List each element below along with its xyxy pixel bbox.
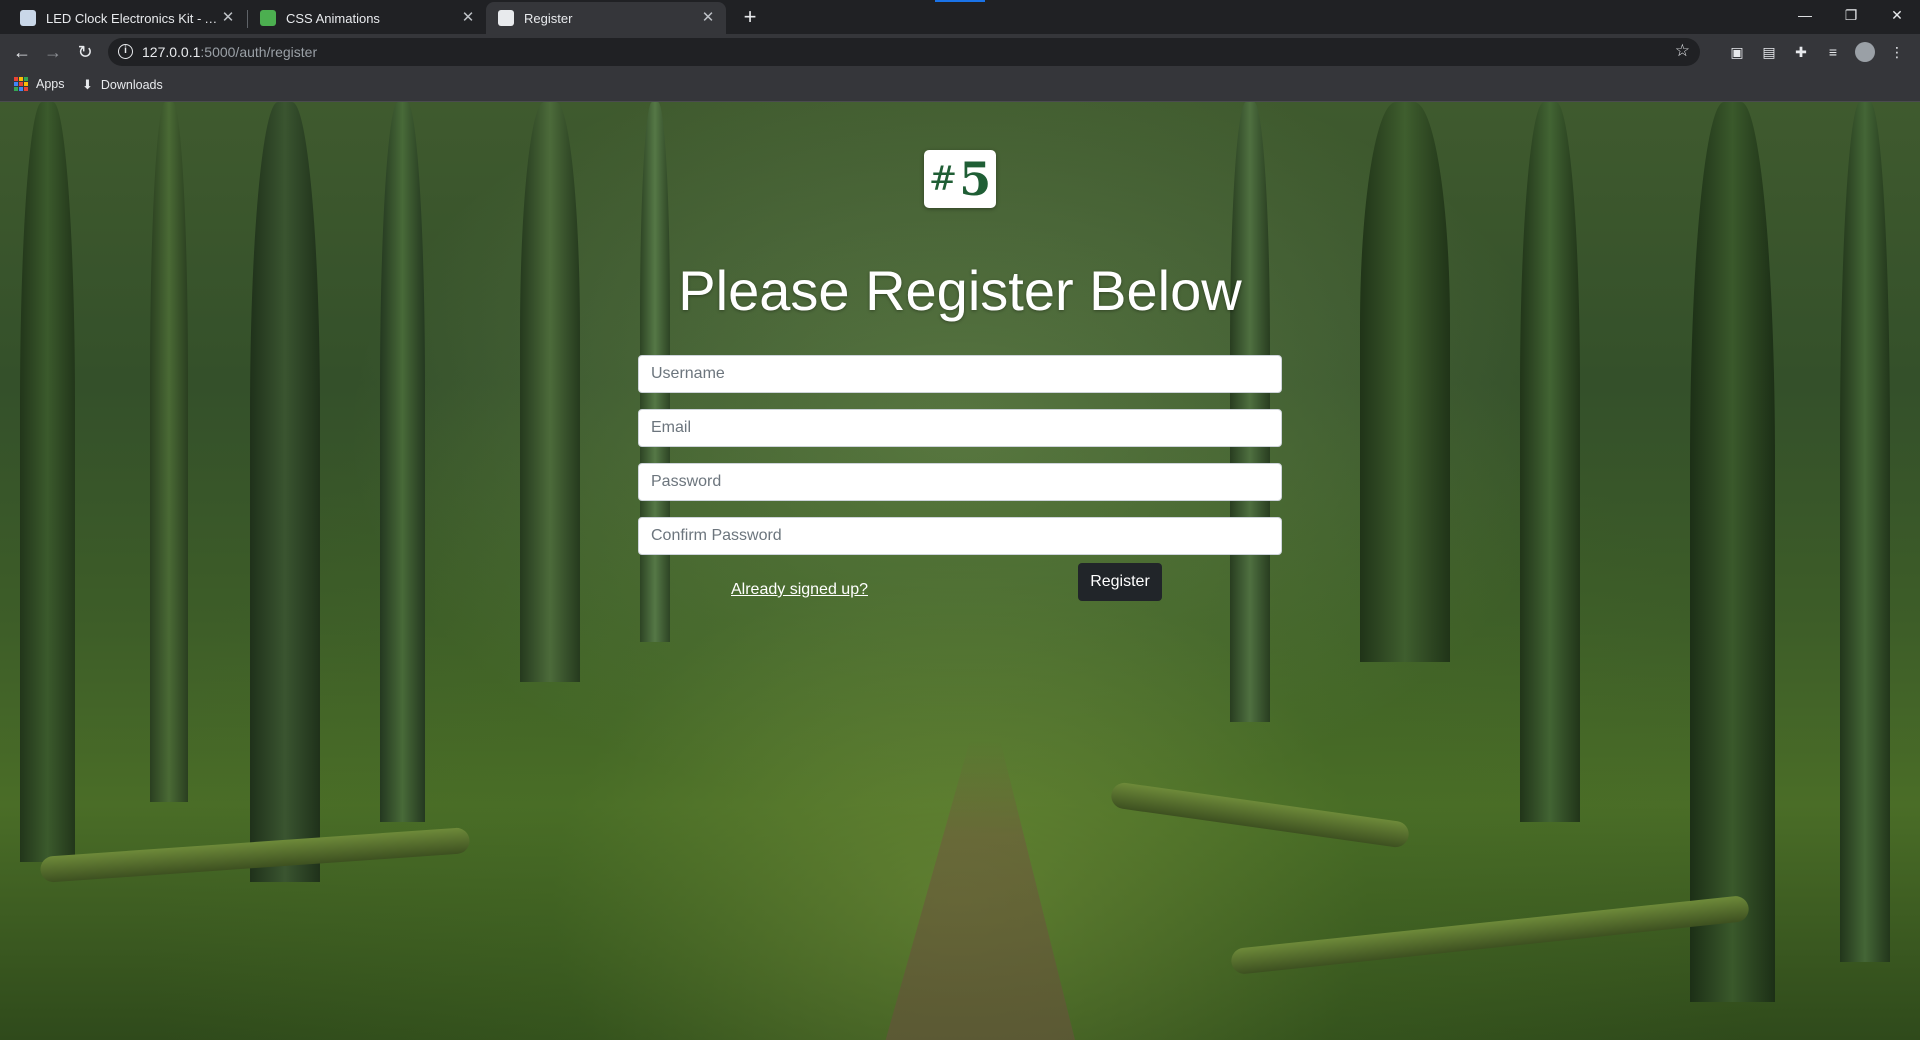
new-tab-button[interactable]: + xyxy=(738,6,762,30)
register-button[interactable]: Register xyxy=(1078,563,1162,601)
close-icon[interactable]: ✕ xyxy=(460,10,476,26)
bookmarks-bar: Apps ⬇ Downloads xyxy=(0,70,1920,102)
password-field[interactable] xyxy=(638,463,1282,501)
email-field[interactable] xyxy=(638,409,1282,447)
forest-path xyxy=(880,740,1080,1040)
forward-icon[interactable]: → xyxy=(41,40,65,64)
bookmark-label: Downloads xyxy=(100,78,163,92)
window-indicator xyxy=(935,0,985,2)
register-favicon xyxy=(498,10,514,26)
browser-titlebar: LED Clock Electronics Kit - Alarm ✕ CSS … xyxy=(0,0,1920,34)
tab-register[interactable]: Register ✕ xyxy=(486,2,726,34)
browser-toolbar: ← → ↻ i 127.0.0.1:5000/auth/register ☆ ▣… xyxy=(0,34,1920,70)
led-clock-favicon xyxy=(20,10,36,26)
site-info-icon[interactable]: i xyxy=(118,44,133,59)
forest-background xyxy=(1520,102,1580,822)
css-animations-favicon xyxy=(260,10,276,26)
restore-icon[interactable]: ❐ xyxy=(1828,0,1874,30)
reading-list-icon[interactable]: ≡ xyxy=(1823,42,1843,62)
minimize-icon[interactable]: — xyxy=(1782,0,1828,30)
bookmark-apps[interactable]: Apps xyxy=(14,77,65,91)
back-icon[interactable]: ← xyxy=(10,40,34,64)
page-title: Please Register Below xyxy=(678,259,1242,322)
logo-hash: # xyxy=(928,159,958,199)
extension-icon[interactable]: ▤ xyxy=(1759,42,1779,62)
logo-number: 5 xyxy=(959,152,992,206)
mossy-log xyxy=(1109,781,1411,849)
download-icon: ⬇ xyxy=(82,77,93,92)
forest-background xyxy=(1840,102,1890,962)
url-text[interactable]: 127.0.0.1:5000/auth/register xyxy=(142,44,317,60)
logo-badge: # 5 xyxy=(924,150,996,208)
page-content xyxy=(0,102,1920,1040)
apps-grid-icon xyxy=(14,77,28,91)
forest-background xyxy=(20,102,75,862)
close-icon[interactable]: ✕ xyxy=(700,10,716,26)
tab-label: Register xyxy=(524,10,573,26)
forest-background xyxy=(1690,102,1775,1002)
confirm-password-field[interactable] xyxy=(638,517,1282,555)
login-link[interactable]: Already signed up? xyxy=(731,581,868,599)
bookmark-label: Apps xyxy=(36,77,65,91)
puzzle-icon[interactable]: ✚ xyxy=(1791,42,1811,62)
tab-label: LED Clock Electronics Kit - Alarm xyxy=(46,10,218,26)
forest-background xyxy=(250,102,320,882)
username-field[interactable] xyxy=(638,355,1282,393)
forest-background xyxy=(1360,102,1450,662)
reload-icon[interactable]: ↻ xyxy=(73,40,97,64)
close-window-icon[interactable]: ✕ xyxy=(1874,0,1920,30)
extension-icon[interactable]: ▣ xyxy=(1727,42,1747,62)
forest-background xyxy=(380,102,425,822)
tab-label: CSS Animations xyxy=(286,10,380,26)
bookmark-downloads[interactable]: ⬇ Downloads xyxy=(82,77,163,93)
mossy-log xyxy=(1230,894,1750,976)
avatar[interactable] xyxy=(1855,42,1875,62)
menu-kebab-icon[interactable]: ⋮ xyxy=(1887,42,1907,62)
forest-background xyxy=(150,102,188,802)
tab-led-clock[interactable]: LED Clock Electronics Kit - Alarm ✕ xyxy=(8,2,246,34)
bookmark-star-icon[interactable]: ☆ xyxy=(1675,41,1690,61)
forest-background xyxy=(520,102,580,682)
tab-css-animations[interactable]: CSS Animations ✕ xyxy=(248,2,486,34)
address-bar[interactable]: i 127.0.0.1:5000/auth/register ☆ xyxy=(108,38,1700,66)
close-icon[interactable]: ✕ xyxy=(220,10,236,26)
